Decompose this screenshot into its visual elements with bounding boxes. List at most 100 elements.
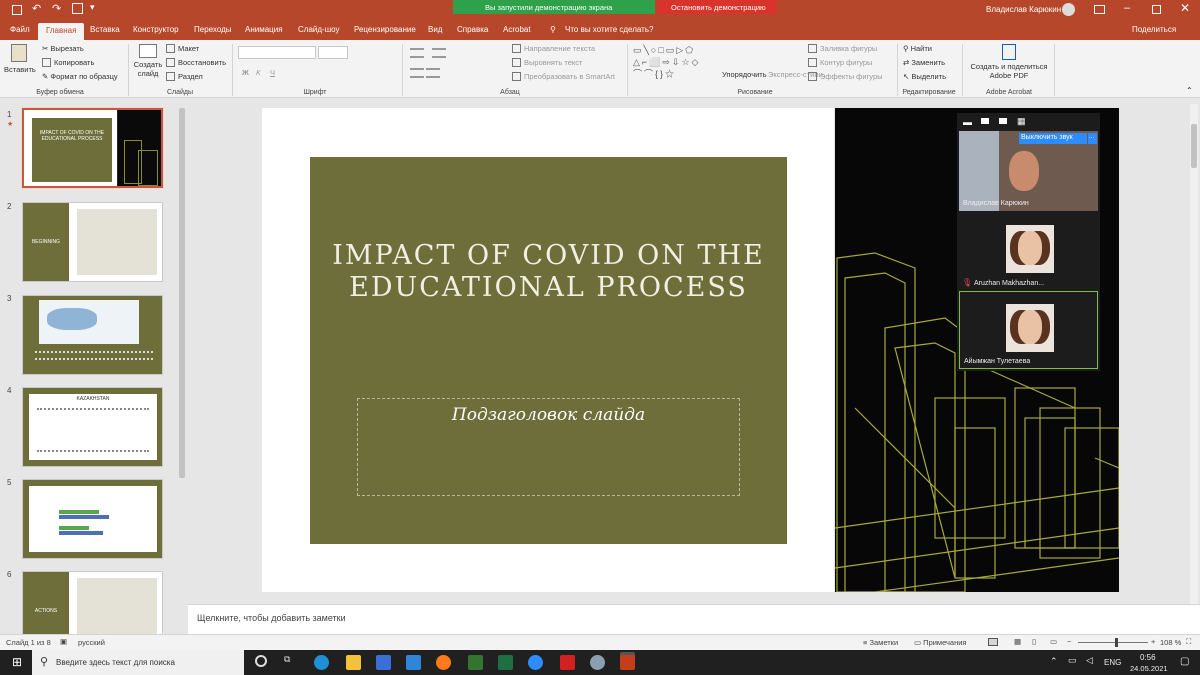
font-name-select[interactable] bbox=[238, 46, 316, 59]
gallery-view-icon[interactable]: ▦ bbox=[1017, 116, 1026, 127]
adobe-create-button[interactable]: Создать и поделиться Adobe PDF bbox=[968, 44, 1050, 80]
zoom-icon[interactable] bbox=[528, 655, 543, 670]
ribbon-display-icon[interactable] bbox=[1094, 5, 1105, 14]
zoom-level[interactable]: 108 % bbox=[1160, 638, 1181, 647]
collapse-ribbon-icon[interactable]: ⌃ bbox=[1186, 86, 1193, 95]
maximize-icon[interactable] bbox=[1152, 5, 1161, 14]
slide-subtitle[interactable]: Подзаголовок слайда bbox=[357, 405, 740, 425]
clock-date[interactable]: 24.05.2021 bbox=[1130, 664, 1168, 673]
arrange-button[interactable]: Упорядочить bbox=[722, 70, 767, 79]
slide-thumbnail-3[interactable] bbox=[22, 295, 163, 375]
windows-start-icon[interactable]: ⊞ bbox=[12, 655, 22, 669]
shape-outline-button[interactable]: Контур фигуры bbox=[808, 58, 872, 67]
input-language[interactable]: ENG bbox=[1104, 658, 1121, 667]
shapes-gallery[interactable]: ▭╲○□▭▷⬠ △⌐⬜⇨⇩☆◇ ⌒⌒{}☆ bbox=[633, 44, 719, 82]
tab-slideshow[interactable]: Слайд-шоу bbox=[298, 25, 339, 34]
tab-view[interactable]: Вид bbox=[428, 25, 442, 34]
save-icon[interactable] bbox=[12, 5, 22, 15]
slide-sorter-icon[interactable]: ▦ bbox=[1014, 637, 1021, 646]
minimize-icon[interactable]: – bbox=[1124, 2, 1130, 14]
italic-button[interactable]: К bbox=[256, 68, 260, 77]
mute-button[interactable]: Выключить звук bbox=[1019, 133, 1087, 144]
tab-transitions[interactable]: Переходы bbox=[194, 25, 232, 34]
tab-design[interactable]: Конструктор bbox=[133, 25, 179, 34]
acrobat-icon[interactable] bbox=[560, 655, 575, 670]
thumbnail-view-icon[interactable] bbox=[999, 118, 1007, 124]
notes-pane[interactable]: Щелкните, чтобы добавить заметки bbox=[188, 604, 1200, 634]
minimize-video-icon[interactable]: ▬ bbox=[963, 117, 972, 127]
task-view-icon[interactable]: ⧉ bbox=[284, 654, 290, 665]
zoom-slider-thumb[interactable] bbox=[1115, 638, 1118, 647]
participant-tile[interactable]: 🎙 Aruzhan Makhazhan... bbox=[959, 213, 1098, 291]
notifications-icon[interactable]: ▢ bbox=[1180, 656, 1189, 667]
font-size-select[interactable] bbox=[318, 46, 348, 59]
find-button[interactable]: ⚲ Найти bbox=[903, 44, 932, 53]
slide-thumbnail-2[interactable]: BEGINNING bbox=[22, 202, 163, 282]
tab-help[interactable]: Справка bbox=[457, 25, 488, 34]
spellcheck-icon[interactable]: ▣ bbox=[60, 637, 67, 646]
participant-tile[interactable]: Айымжан Тулетаева bbox=[959, 291, 1098, 369]
firefox-icon[interactable] bbox=[436, 655, 451, 670]
copy-button[interactable]: Копировать bbox=[42, 58, 94, 67]
slide-thumbnail-4[interactable]: KAZAKHSTAN bbox=[22, 387, 163, 467]
section-button[interactable]: Раздел bbox=[166, 72, 203, 81]
tab-acrobat[interactable]: Acrobat bbox=[503, 25, 531, 34]
excel-icon[interactable] bbox=[498, 655, 513, 670]
cortana-icon[interactable] bbox=[255, 655, 267, 667]
cut-button[interactable]: ✂ Вырезать bbox=[42, 44, 84, 53]
mail-icon[interactable] bbox=[406, 655, 421, 670]
smartart-button[interactable]: Преобразовать в SmartArt bbox=[512, 72, 615, 81]
zoom-in-icon[interactable]: + bbox=[1151, 637, 1155, 646]
underline-button[interactable]: Ч bbox=[270, 68, 275, 77]
speaker-view-icon[interactable] bbox=[981, 118, 989, 124]
slide-thumbnail-5[interactable] bbox=[22, 479, 163, 559]
shape-effects-button[interactable]: Эффекты фигуры bbox=[808, 72, 883, 81]
paste-button[interactable]: Вставить bbox=[4, 44, 36, 74]
bold-button[interactable]: Ж bbox=[242, 68, 249, 77]
edge-icon[interactable] bbox=[314, 655, 329, 670]
customize-icon[interactable]: ▾ bbox=[90, 2, 95, 13]
share-button[interactable]: Поделиться bbox=[1132, 25, 1176, 34]
slide-title[interactable]: IMPACT OF COVID ON THE EDUCATIONAL PROCE… bbox=[310, 240, 787, 304]
slide-thumbnail-1[interactable]: IMPACT OF COVID ON THE EDUCATIONAL PROCE… bbox=[21, 107, 164, 189]
tell-me-input[interactable]: Что вы хотите сделать? bbox=[565, 25, 653, 34]
tray-chevron-icon[interactable]: ⌃ bbox=[1050, 656, 1058, 667]
tab-animations[interactable]: Анимация bbox=[245, 25, 283, 34]
file-explorer-icon[interactable] bbox=[346, 655, 361, 670]
normal-view-icon[interactable] bbox=[988, 638, 998, 646]
app-icon[interactable] bbox=[590, 655, 605, 670]
more-icon[interactable]: … bbox=[1088, 133, 1097, 144]
language[interactable]: русский bbox=[78, 638, 105, 647]
store-icon[interactable] bbox=[376, 655, 391, 670]
slide-scrollbar[interactable] bbox=[1190, 104, 1198, 604]
search-icon[interactable]: ⚲ bbox=[550, 25, 556, 34]
redo-icon[interactable]: ↷ bbox=[52, 2, 61, 15]
avatar[interactable] bbox=[1062, 3, 1075, 16]
align-text-button[interactable]: Выровнять текст bbox=[512, 58, 582, 67]
shape-fill-button[interactable]: Заливка фигуры bbox=[808, 44, 877, 53]
tab-home[interactable]: Главная bbox=[38, 23, 85, 40]
thumbnails-scrollbar[interactable] bbox=[178, 104, 186, 634]
reading-view-icon[interactable]: ▯ bbox=[1032, 637, 1036, 646]
comments-button[interactable]: ▭ Примечания bbox=[914, 638, 966, 647]
text-direction-button[interactable]: Направление текста bbox=[512, 44, 595, 53]
reset-button[interactable]: Восстановить bbox=[166, 58, 226, 67]
start-slideshow-icon[interactable] bbox=[72, 3, 83, 14]
taskbar-search-input[interactable]: ⚲ Введите здесь текст для поиска bbox=[32, 650, 244, 675]
align-center-icon[interactable] bbox=[426, 68, 440, 78]
user-name[interactable]: Владислав Карюкин bbox=[986, 5, 1061, 14]
participant-tile[interactable]: Выключить звук … Владислав Карюкин bbox=[959, 131, 1098, 211]
numbering-icon[interactable] bbox=[432, 48, 446, 58]
volume-icon[interactable]: ◁ bbox=[1086, 655, 1093, 666]
layout-button[interactable]: Макет bbox=[166, 44, 199, 53]
replace-button[interactable]: ⇄ Заменить bbox=[903, 58, 945, 67]
tab-review[interactable]: Рецензирование bbox=[354, 25, 416, 34]
slideshow-view-icon[interactable]: ▭ bbox=[1050, 637, 1057, 646]
stop-share-button[interactable]: Остановить демонстрацию bbox=[657, 0, 777, 14]
align-left-icon[interactable] bbox=[410, 68, 424, 78]
fit-slide-icon[interactable]: ⛶ bbox=[1186, 637, 1191, 647]
clock-time[interactable]: 0:56 bbox=[1140, 653, 1156, 662]
bullets-icon[interactable] bbox=[410, 48, 424, 58]
project-icon[interactable] bbox=[468, 655, 483, 670]
close-icon[interactable]: ✕ bbox=[1180, 1, 1190, 15]
